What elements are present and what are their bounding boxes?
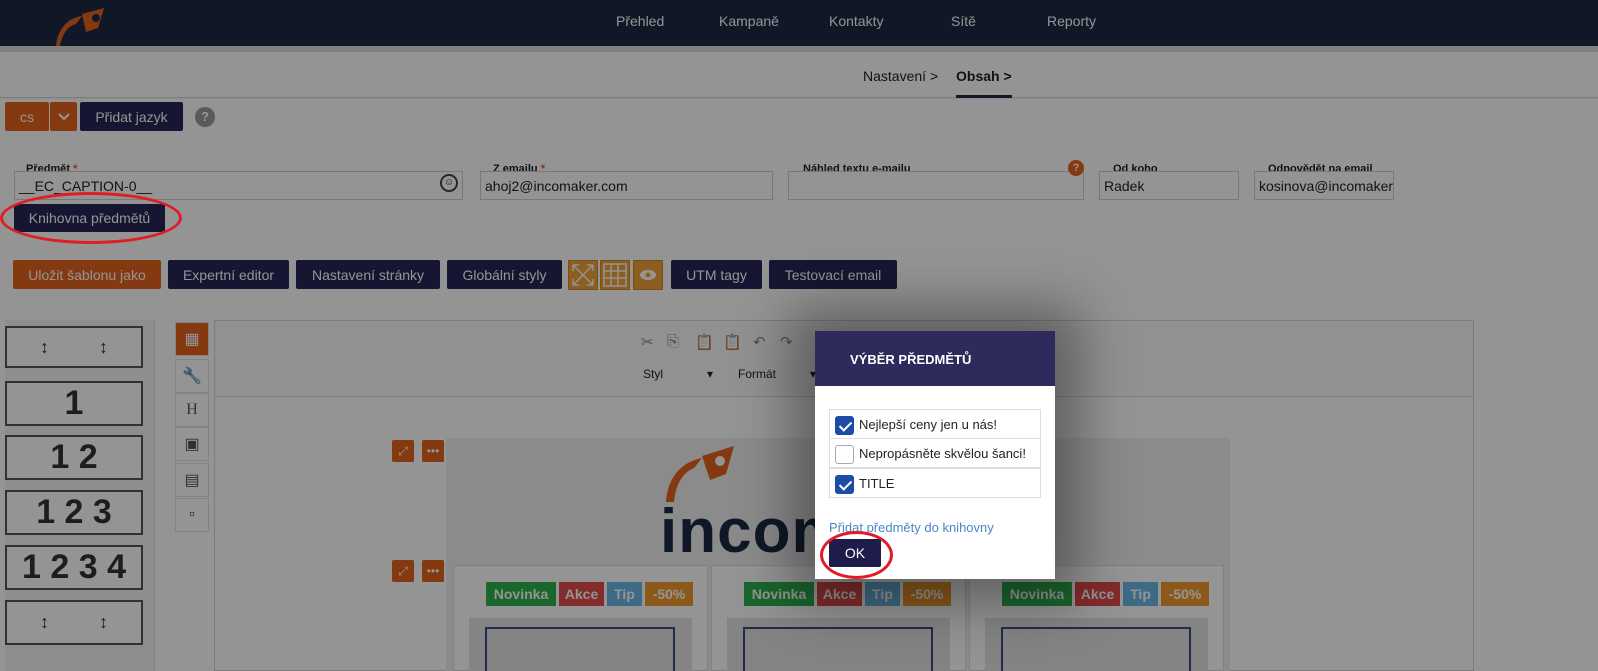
modal-backdrop[interactable] <box>0 0 1598 671</box>
dialog-title: VÝBĚR PŘEDMĚTŮ <box>815 331 1055 386</box>
subject-option[interactable]: Nejlepší ceny jen u nás! <box>829 409 1041 439</box>
subject-option[interactable]: Nepropásněte skvělou šanci! <box>829 438 1041 468</box>
checkbox-checked-icon[interactable] <box>835 416 854 435</box>
checkbox-unchecked-icon[interactable] <box>835 445 854 464</box>
annotation-ellipse <box>0 192 182 244</box>
annotation-ellipse <box>820 531 893 579</box>
checkbox-checked-icon[interactable] <box>835 475 854 494</box>
subject-option[interactable]: TITLE <box>829 468 1041 498</box>
